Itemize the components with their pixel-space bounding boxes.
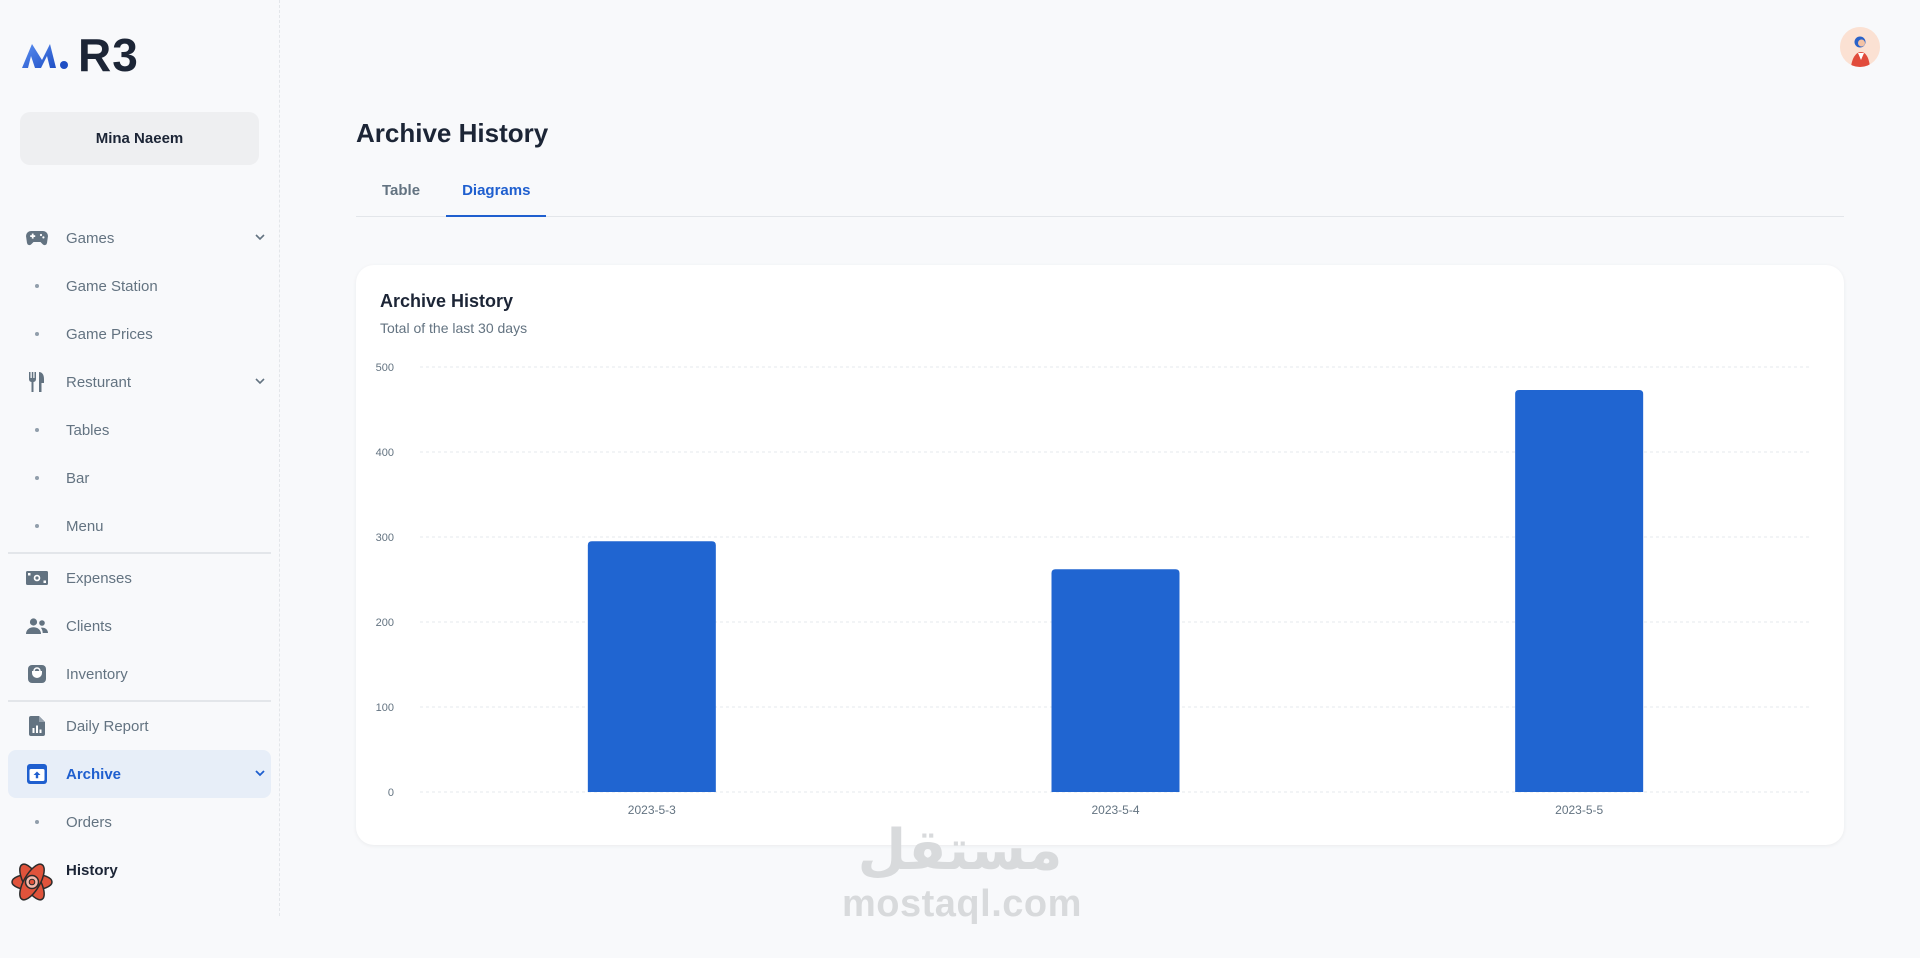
tab-bar: Table Diagrams bbox=[356, 176, 1844, 217]
sidebar-item-label: Orders bbox=[66, 813, 112, 831]
y-tick-label: 100 bbox=[376, 702, 394, 714]
sidebar-item-label: Bar bbox=[66, 469, 90, 487]
sidebar-item-tables[interactable]: Tables bbox=[8, 406, 271, 454]
sidebar-item-inventory[interactable]: Inventory bbox=[8, 650, 271, 698]
logo[interactable]: R3 bbox=[20, 30, 139, 80]
watermark: مستقل mostaql.com bbox=[842, 818, 1082, 925]
sidebar-item-label: Games bbox=[66, 229, 115, 247]
sidebar-item-menu[interactable]: Menu bbox=[8, 502, 271, 550]
bullet-icon bbox=[35, 284, 39, 288]
sidebar-item-label: Clients bbox=[66, 617, 112, 635]
user-card[interactable]: Mina Naeem bbox=[20, 112, 259, 165]
sidebar-item-clients[interactable]: Clients bbox=[8, 602, 271, 650]
bullet-icon bbox=[35, 428, 39, 432]
x-tick-label: 2023-5-3 bbox=[628, 803, 676, 817]
user-name: Mina Naeem bbox=[95, 130, 184, 147]
sidebar-item-label: History bbox=[66, 861, 118, 879]
bullet-icon bbox=[35, 524, 39, 528]
sidebar-item-label: Menu bbox=[66, 517, 104, 535]
chart-card: Archive History Total of the last 30 day… bbox=[356, 265, 1844, 845]
sidebar-nav: Games Game Station Game Prices Resturant… bbox=[8, 214, 271, 894]
logo-mark-icon bbox=[22, 44, 68, 69]
y-tick-label: 300 bbox=[376, 532, 394, 544]
sidebar: R3 Mina Naeem Games Game Station Game Pr… bbox=[0, 0, 280, 916]
chart-bar bbox=[1515, 389, 1644, 792]
sidebar-item-bar[interactable]: Bar bbox=[8, 454, 271, 502]
users-icon bbox=[26, 615, 48, 637]
x-tick-label: 2023-5-4 bbox=[1091, 803, 1139, 817]
sidebar-item-orders[interactable]: Orders bbox=[8, 798, 271, 846]
watermark-latin: mostaql.com bbox=[842, 883, 1082, 925]
sidebar-item-label: Tables bbox=[66, 421, 110, 439]
watermark-arabic: مستقل bbox=[857, 818, 1063, 883]
sidebar-item-game-prices[interactable]: Game Prices bbox=[8, 310, 271, 358]
sidebar-item-label: Daily Report bbox=[66, 717, 149, 735]
sidebar-item-expenses[interactable]: Expenses bbox=[8, 554, 271, 602]
sidebar-item-label: Game Prices bbox=[66, 325, 153, 343]
y-tick-label: 400 bbox=[376, 447, 394, 459]
sidebar-item-label: Expenses bbox=[66, 569, 132, 587]
chart-bar bbox=[587, 541, 716, 792]
sidebar-item-archive[interactable]: Archive bbox=[8, 750, 271, 798]
y-tick-label: 500 bbox=[376, 362, 394, 374]
tab-table[interactable]: Table bbox=[366, 176, 436, 217]
chart-bar bbox=[1051, 569, 1180, 792]
bullet-icon bbox=[35, 476, 39, 480]
sidebar-item-label: Inventory bbox=[66, 665, 128, 683]
utensils-icon bbox=[26, 371, 48, 393]
bullet-icon bbox=[35, 332, 39, 336]
archive-icon bbox=[26, 763, 48, 785]
sidebar-item-label: Resturant bbox=[66, 373, 132, 391]
sidebar-item-label: Game Station bbox=[66, 277, 158, 295]
avatar[interactable] bbox=[1840, 27, 1880, 67]
inventory-icon bbox=[26, 663, 48, 685]
sidebar-item-game-station[interactable]: Game Station bbox=[8, 262, 271, 310]
tab-diagrams[interactable]: Diagrams bbox=[446, 176, 547, 217]
chevron-down-icon bbox=[255, 770, 265, 777]
react-devtools-icon[interactable] bbox=[10, 860, 54, 904]
sidebar-item-label: Archive bbox=[66, 765, 122, 783]
sidebar-item-resturant[interactable]: Resturant bbox=[8, 358, 271, 406]
y-tick-label: 200 bbox=[376, 617, 394, 629]
logo-text: R3 bbox=[78, 29, 139, 81]
bullet-icon bbox=[35, 820, 39, 824]
money-icon bbox=[26, 567, 48, 589]
sidebar-item-games[interactable]: Games bbox=[8, 214, 271, 262]
y-tick-label: 0 bbox=[388, 787, 394, 799]
sidebar-item-daily-report[interactable]: Daily Report bbox=[8, 702, 271, 750]
gamepad-icon bbox=[26, 227, 48, 249]
chevron-down-icon bbox=[255, 378, 265, 385]
page-title: Archive History bbox=[356, 118, 549, 148]
report-icon bbox=[26, 715, 48, 737]
bar-chart: 0 100 200 300 400 500 2023-5-3 2023-5-4 2023-5-5 bbox=[376, 362, 1811, 817]
user-avatar-icon bbox=[1840, 27, 1880, 67]
x-tick-label: 2023-5-5 bbox=[1555, 803, 1603, 817]
chevron-down-icon bbox=[255, 234, 265, 241]
